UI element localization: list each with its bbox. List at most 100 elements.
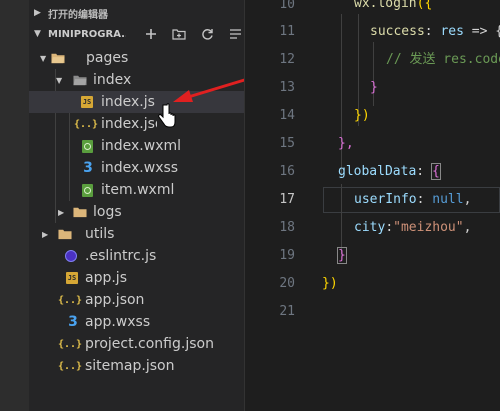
tree-label: project.config.json [85, 336, 214, 352]
code-line-13: } [370, 78, 378, 98]
tree-file-sitemap[interactable]: {..} sitemap.json [29, 355, 244, 377]
code-token: : [424, 24, 441, 39]
code-token: ({ [416, 0, 433, 11]
folder-open-icon [51, 51, 65, 65]
project-header[interactable]: ▼ MINIPROGRA... [29, 25, 244, 43]
code-token: : [416, 192, 433, 207]
tree-label: index.wxml [101, 138, 182, 154]
tree-file-app-js[interactable]: JS app.js [29, 267, 244, 289]
code-token: userInfo [354, 192, 417, 207]
code-token: null [432, 192, 464, 207]
tree-label: index.json [101, 116, 157, 132]
tree-label: index [93, 72, 132, 88]
folder-icon [58, 227, 72, 241]
json-file-icon: {..} [57, 338, 83, 350]
code-token: , [463, 192, 472, 207]
code-line-12: // 发送 res.code [386, 50, 500, 70]
code-token: }, [338, 136, 354, 151]
code-token: : [385, 220, 394, 235]
code-token: : [416, 164, 432, 179]
line-number: 18 [279, 220, 295, 235]
folder-open-icon [73, 73, 87, 87]
chevron-right-icon: ▶ [34, 8, 41, 18]
chevron-down-icon: ▼ [34, 29, 41, 39]
tree-folder-logs[interactable]: ▶ logs [29, 201, 244, 223]
code-token: "meizhou" [393, 220, 464, 235]
code-token: } [370, 80, 378, 95]
tree-file-app-wxss[interactable]: 3 app.wxss [29, 311, 244, 333]
json-file-icon: {..} [57, 294, 83, 306]
code-line-19: } [337, 246, 347, 266]
wxml-file-icon [82, 139, 93, 153]
code-token: }) [354, 108, 370, 123]
code-line-20: }) [322, 274, 338, 294]
project-label: MINIPROGRA... [48, 28, 126, 40]
code-editor[interactable]: 10 11 12 13 14 15 16 17 18 19 20 21 wx.l… [245, 0, 500, 411]
tree-label: app.json [85, 292, 145, 308]
code-token: city [354, 220, 386, 235]
code-token: res [440, 24, 464, 39]
refresh-icon[interactable] [193, 28, 221, 41]
tree-label: app.wxss [85, 314, 151, 330]
code-token: // 发送 res.code [386, 52, 500, 67]
chevron-down-icon: ▼ [56, 75, 63, 85]
line-number: 10 [279, 0, 295, 12]
tree-label: utils [85, 226, 115, 242]
code-token: } [337, 247, 347, 264]
line-number: 19 [279, 248, 295, 263]
tree-label: sitemap.json [85, 358, 175, 374]
tree-label: app.js [85, 270, 127, 286]
tree-label: logs [93, 204, 122, 220]
open-editors-label: 打开的编辑器 [48, 9, 108, 21]
new-folder-icon[interactable] [165, 28, 193, 40]
wxml-file-icon [82, 183, 93, 197]
code-token: globalData [338, 164, 417, 179]
js-file-icon: JS [81, 96, 93, 108]
tree-folder-utils[interactable]: ▶ utils [29, 223, 244, 245]
line-number: 11 [279, 24, 295, 39]
code-line-10: wx.login({ [354, 0, 432, 14]
line-number: 12 [279, 52, 295, 67]
code-line-18: city:"meizhou", [354, 218, 471, 238]
tree-file-eslintrc[interactable]: .eslintrc.js [29, 245, 244, 267]
chevron-right-icon: ▶ [58, 207, 65, 217]
folder-icon [73, 205, 87, 219]
explorer-sidebar: ▶ 打开的编辑器 ▼ MINIPROGRA... ▼ pages ▼ index… [29, 0, 253, 411]
line-number-active: 17 [279, 192, 295, 207]
css-file-icon: 3 [68, 314, 78, 330]
tree-label: index.wxss [101, 160, 179, 176]
tree-label: item.wxml [101, 182, 175, 198]
line-number: 14 [279, 108, 295, 123]
tree-folder-pages[interactable]: ▼ pages [29, 47, 244, 69]
code-token: { [430, 163, 441, 180]
open-editors-header[interactable]: ▶ 打开的编辑器 [29, 4, 108, 22]
chevron-right-icon: ▶ [42, 229, 49, 239]
line-number: 20 [279, 276, 295, 291]
css-file-icon: 3 [83, 160, 93, 176]
tree-file-index-wxss[interactable]: 3 index.wxss [29, 157, 244, 179]
line-number: 15 [279, 136, 295, 151]
code-line-17: userInfo: null, [354, 190, 471, 210]
eslint-file-icon [65, 250, 77, 262]
code-token: , [463, 220, 472, 235]
code-line-11: success: res => { [370, 22, 500, 42]
new-file-icon[interactable] [137, 28, 165, 40]
tree-file-index-wxml[interactable]: index.wxml [29, 135, 244, 157]
tree-label: .eslintrc.js [85, 248, 157, 264]
code-token: success [370, 24, 425, 39]
tree-label: pages [86, 50, 129, 66]
code-token: }) [322, 276, 338, 291]
tree-label: index.js [101, 94, 155, 110]
activity-bar [0, 0, 29, 411]
code-line-16: globalData: { [338, 162, 441, 182]
explorer-toolbar [137, 25, 249, 43]
tree-file-project-config[interactable]: {..} project.config.json [29, 333, 244, 355]
json-file-icon: {..} [73, 118, 99, 130]
tree-file-app-json[interactable]: {..} app.json [29, 289, 244, 311]
hand-cursor-icon [158, 103, 176, 128]
line-number: 16 [279, 164, 295, 179]
line-number: 21 [279, 304, 295, 319]
code-token: => { [463, 24, 500, 39]
code-line-14: }) [354, 106, 370, 126]
tree-file-item-wxml[interactable]: item.wxml [29, 179, 244, 201]
